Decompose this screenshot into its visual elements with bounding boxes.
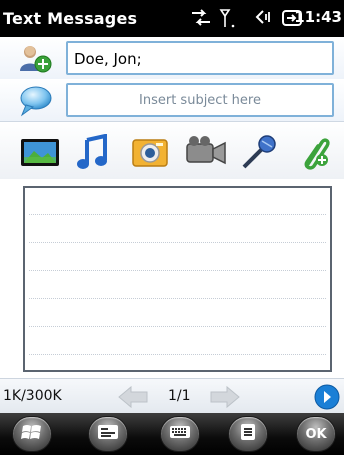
- subject-placeholder: Insert subject here: [139, 93, 261, 108]
- message-footer: 1K/300K 1/1: [0, 378, 344, 413]
- message-body[interactable]: [23, 186, 332, 372]
- signal-strength-icon: [218, 6, 248, 30]
- message-card-icon: [97, 423, 119, 445]
- subject-row: Insert subject here: [0, 79, 344, 121]
- microphone-icon[interactable]: [239, 134, 279, 170]
- add-contact-icon[interactable]: [18, 43, 54, 75]
- to-field[interactable]: Doe, Jon;: [66, 41, 334, 75]
- camera-icon[interactable]: [130, 134, 170, 170]
- ruled-line: [29, 326, 326, 327]
- app-title: Text Messages: [3, 9, 138, 28]
- page-indicator: 1/1: [168, 388, 191, 404]
- keyboard-button[interactable]: [160, 416, 200, 452]
- ok-button[interactable]: OK: [296, 416, 336, 452]
- ruled-line: [29, 298, 326, 299]
- music-note-icon[interactable]: [75, 133, 115, 170]
- next-page-button[interactable]: [209, 385, 241, 413]
- previous-page-button[interactable]: [117, 385, 149, 413]
- ok-label: OK: [305, 426, 327, 442]
- softkey-bar: OK: [0, 413, 344, 455]
- windows-logo-icon: [21, 422, 43, 446]
- paperclip-icon[interactable]: [294, 134, 334, 170]
- subject-field[interactable]: Insert subject here: [66, 83, 334, 117]
- ruled-line: [29, 242, 326, 243]
- clock: 11:43: [294, 8, 342, 26]
- start-button[interactable]: [12, 416, 52, 452]
- ruled-line: [29, 354, 326, 355]
- title-bar: Text Messages 11:43: [0, 0, 344, 37]
- ruled-line: [29, 270, 326, 271]
- speech-bubble-icon: [18, 85, 54, 117]
- attachment-toolbar: [0, 121, 344, 179]
- to-field-value: Doe, Jon;: [74, 50, 142, 68]
- ruled-line: [29, 214, 326, 215]
- data-sync-icon: [188, 6, 214, 30]
- keyboard-icon: [169, 423, 191, 445]
- menu-list-icon: [238, 422, 258, 446]
- menu-button[interactable]: [228, 416, 268, 452]
- video-camera-icon[interactable]: [184, 134, 226, 170]
- size-counter: 1K/300K: [3, 388, 62, 404]
- messaging-button[interactable]: [88, 416, 128, 452]
- status-icons: [188, 6, 306, 30]
- recipient-row: Doe, Jon;: [0, 37, 344, 79]
- send-button[interactable]: [314, 384, 340, 414]
- speaker-icon: [250, 6, 276, 30]
- picture-icon[interactable]: [20, 134, 60, 170]
